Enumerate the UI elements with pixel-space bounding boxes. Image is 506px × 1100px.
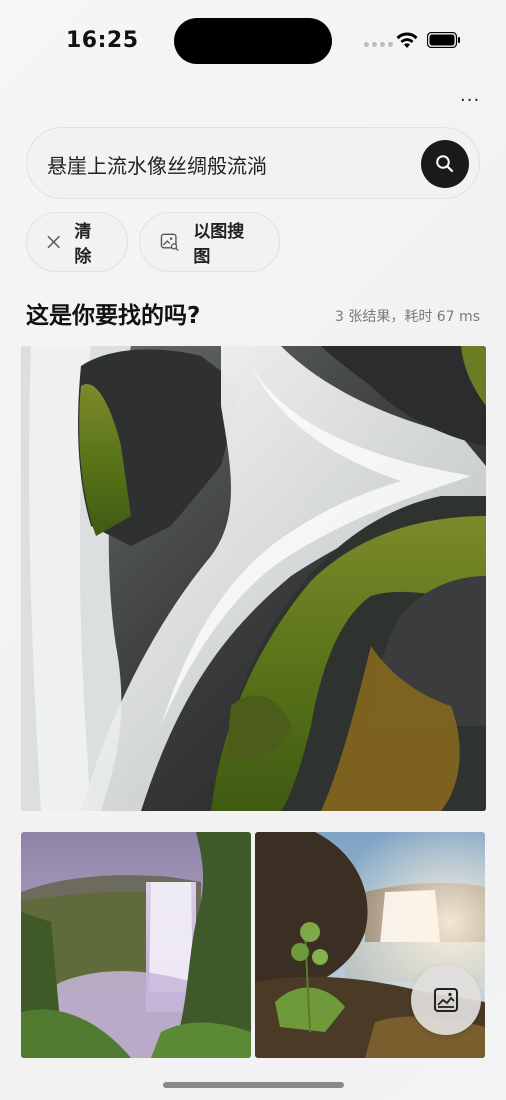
signal-icon bbox=[364, 42, 393, 47]
wifi-icon bbox=[396, 32, 418, 48]
search-icon bbox=[436, 155, 454, 173]
status-time: 16:25 bbox=[66, 28, 139, 53]
image-search-icon bbox=[160, 233, 179, 251]
purple-waterfall-photo bbox=[21, 832, 251, 1058]
results-meta: 3 张结果，耗时 67 ms bbox=[334, 309, 480, 325]
search-button[interactable] bbox=[421, 140, 469, 188]
status-bar: 16:25 bbox=[0, 0, 506, 80]
battery-icon bbox=[427, 32, 460, 48]
gallery-fab-button[interactable] bbox=[411, 965, 481, 1035]
image-search-button[interactable]: 以图搜图 bbox=[139, 212, 280, 272]
result-image-1[interactable] bbox=[21, 346, 486, 811]
search-input[interactable]: 悬崖上流水像丝绸般流淌 bbox=[47, 150, 267, 179]
close-icon bbox=[47, 235, 60, 249]
search-box[interactable]: 悬崖上流水像丝绸般流淌 bbox=[26, 127, 480, 199]
clear-button[interactable]: 清除 bbox=[26, 212, 128, 272]
clear-label: 清除 bbox=[74, 222, 92, 267]
waterfall-closeup-photo bbox=[21, 346, 486, 811]
more-options-icon[interactable]: ··· bbox=[460, 90, 480, 111]
home-indicator[interactable] bbox=[163, 1082, 344, 1088]
dynamic-island bbox=[174, 18, 332, 64]
result-image-2[interactable] bbox=[21, 832, 251, 1058]
image-search-label: 以图搜图 bbox=[193, 222, 245, 267]
results-title: 这是你要找的吗? bbox=[26, 303, 201, 329]
gallery-icon bbox=[434, 988, 458, 1012]
